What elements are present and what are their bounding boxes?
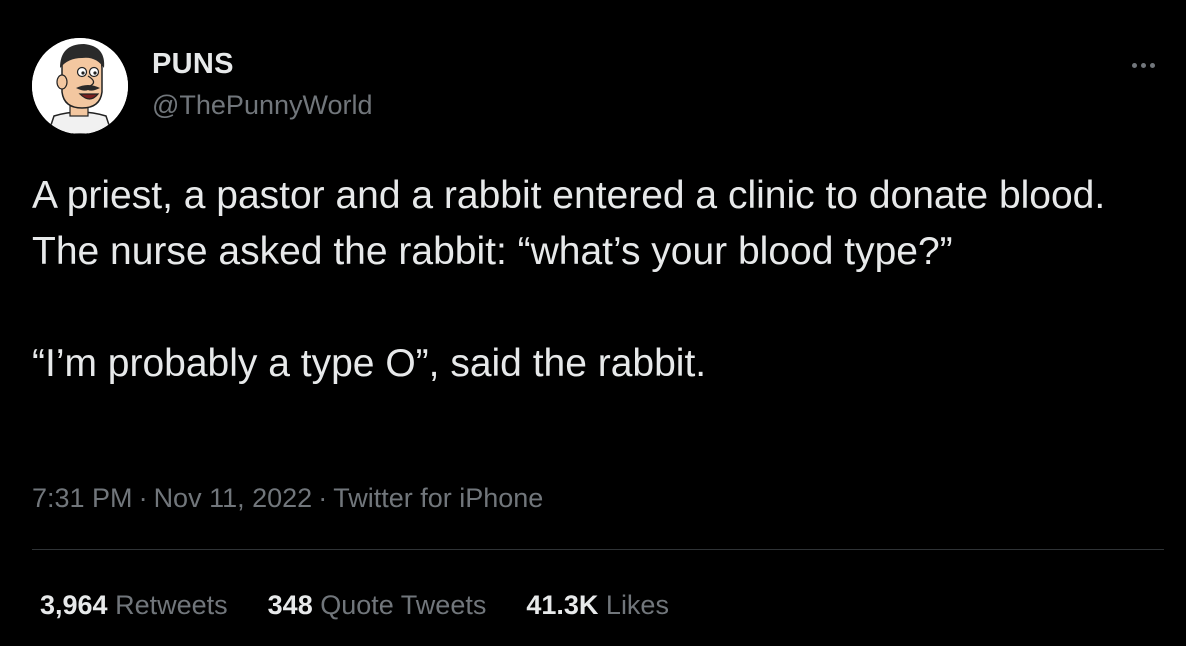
tweet-date[interactable]: Nov 11, 2022	[154, 483, 313, 513]
meta-separator: ·	[138, 483, 148, 513]
tweet-stats: 3,964 Retweets 348 Quote Tweets 41.3K Li…	[40, 588, 709, 622]
ellipsis-icon	[1141, 63, 1146, 68]
retweets-stat[interactable]: 3,964 Retweets	[40, 588, 228, 622]
tweet-time[interactable]: 7:31 PM	[32, 483, 133, 513]
retweets-count: 3,964	[40, 590, 108, 620]
likes-label: Likes	[605, 590, 669, 620]
retweets-label: Retweets	[115, 590, 228, 620]
likes-count: 41.3K	[526, 590, 599, 620]
tweet-text: A priest, a pastor and a rabbit entered …	[32, 168, 1172, 392]
tweet-meta: 7:31 PM · Nov 11, 2022 · Twitter for iPhone	[32, 480, 543, 516]
likes-stat[interactable]: 41.3K Likes	[526, 588, 669, 622]
ellipsis-icon	[1132, 63, 1137, 68]
more-options-button[interactable]	[1124, 54, 1164, 78]
divider	[32, 549, 1164, 550]
user-handle[interactable]: @ThePunnyWorld	[152, 88, 373, 122]
display-name[interactable]: PUNS	[152, 46, 234, 82]
quote-tweets-count: 348	[267, 590, 313, 620]
tweet-source[interactable]: Twitter for iPhone	[333, 483, 543, 513]
tweet-paragraph: A priest, a pastor and a rabbit entered …	[32, 174, 1106, 273]
quote-tweets-stat[interactable]: 348 Quote Tweets	[268, 588, 487, 622]
quote-tweets-label: Quote Tweets	[320, 590, 487, 620]
ellipsis-icon	[1150, 63, 1155, 68]
cartoon-man-avatar-icon	[32, 38, 128, 134]
meta-separator: ·	[318, 483, 328, 513]
avatar[interactable]	[32, 38, 128, 134]
tweet-paragraph: “I’m probably a type O”, said the rabbit…	[32, 342, 707, 385]
